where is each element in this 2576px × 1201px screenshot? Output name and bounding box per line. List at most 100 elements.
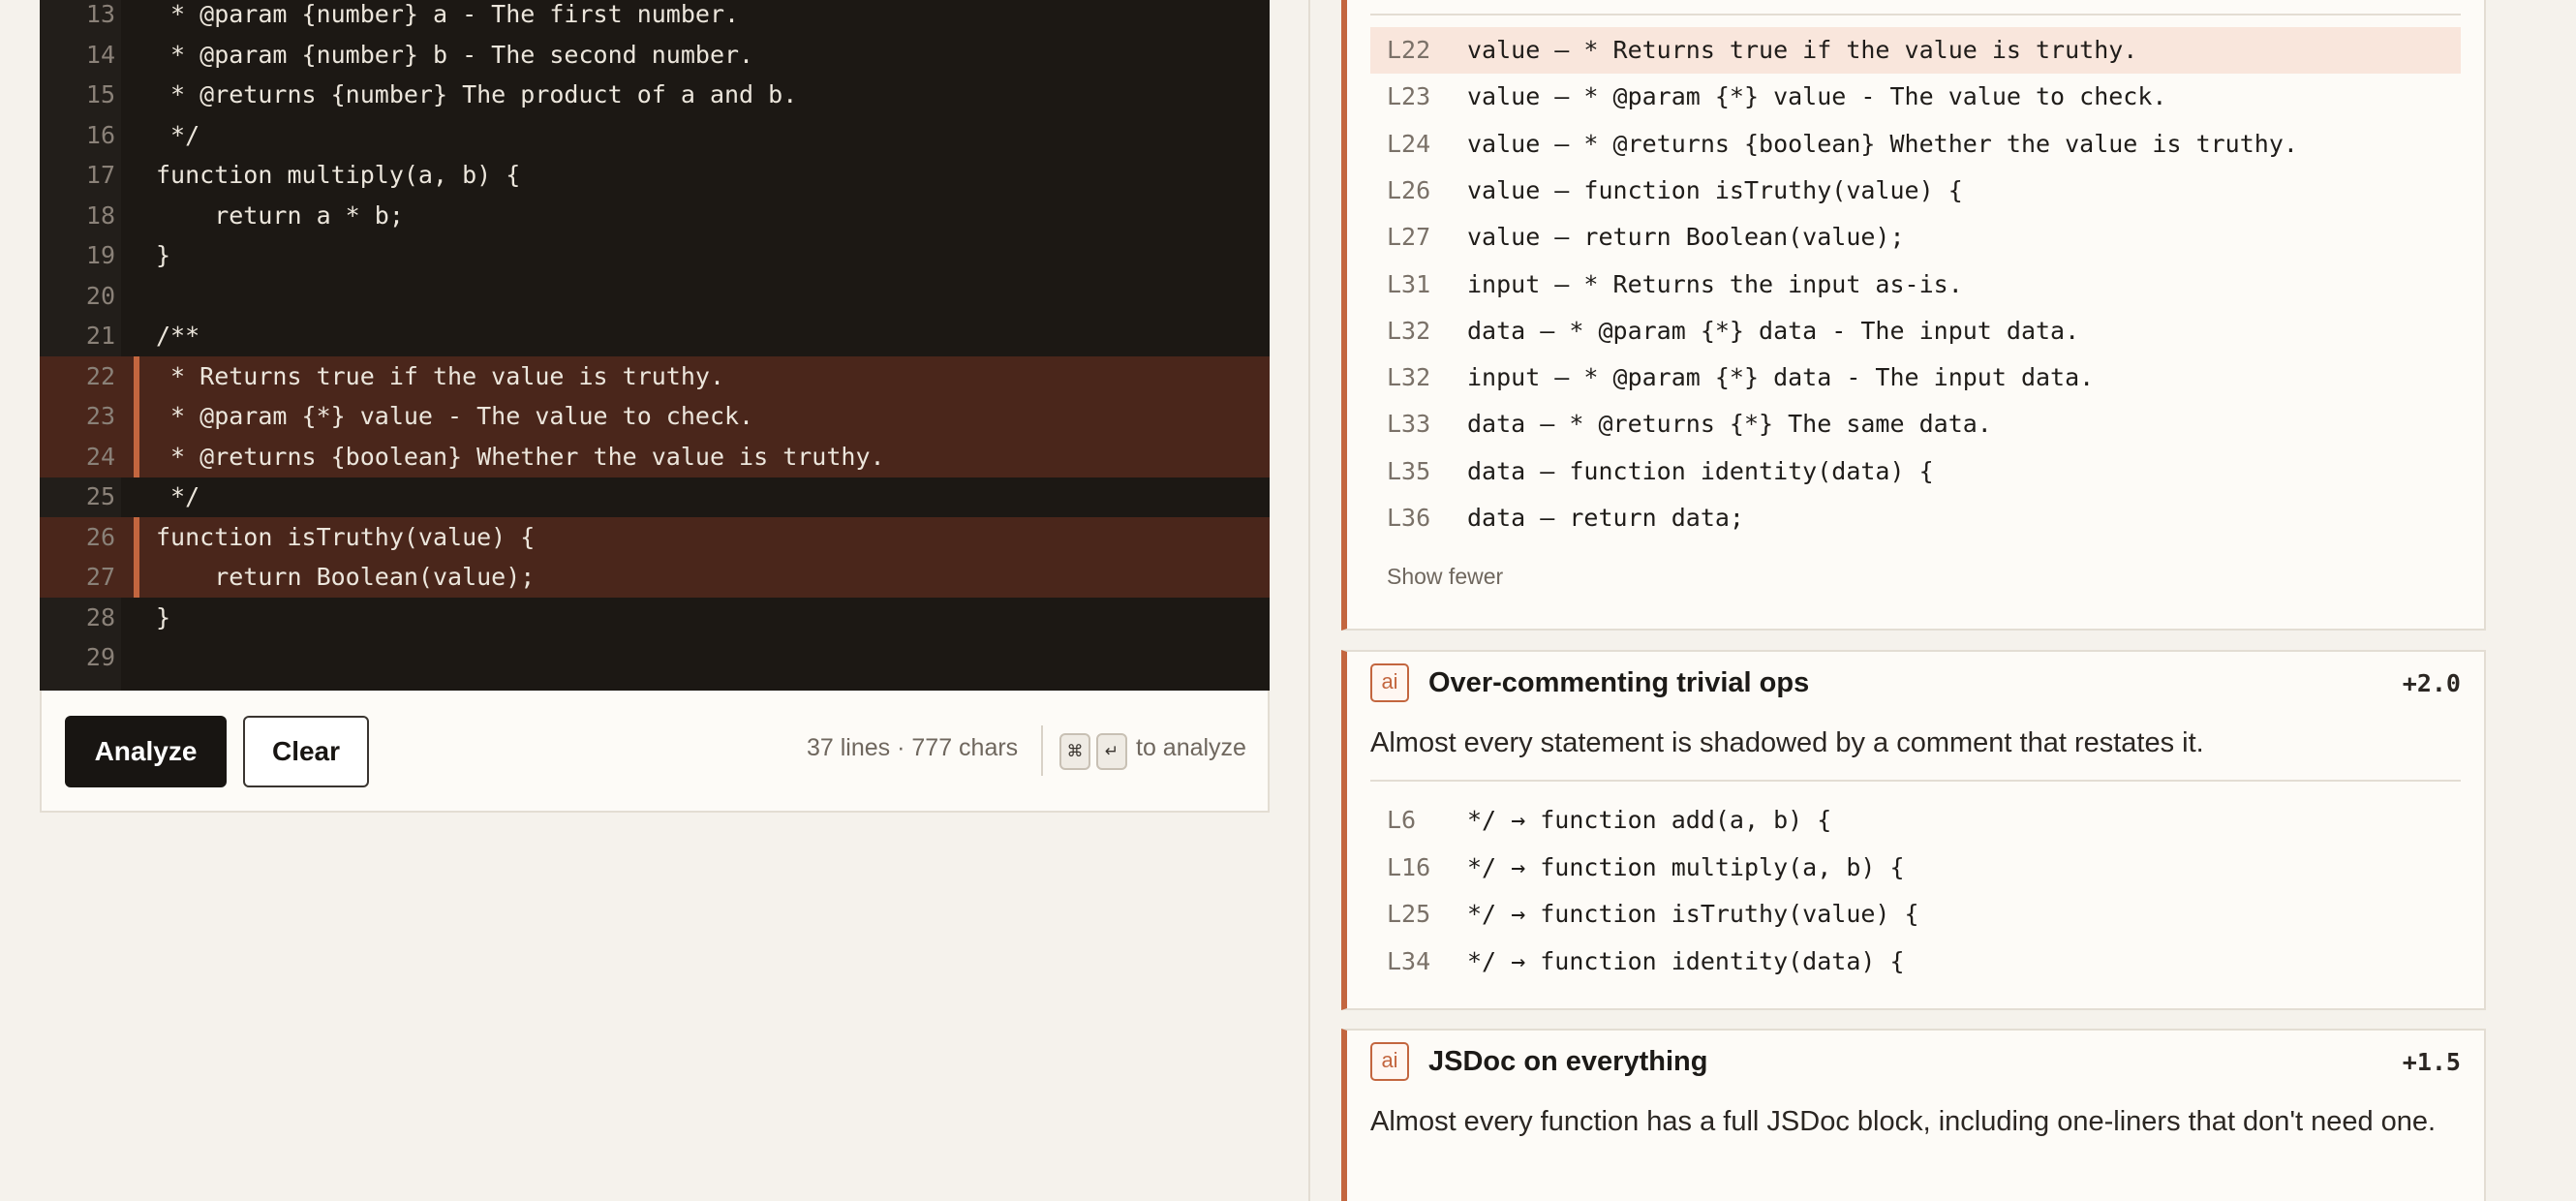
line-number: 14 <box>85 40 115 69</box>
line-number: 19 <box>85 241 115 269</box>
code-line: 17 function multiply(a, b) { <box>40 155 1270 196</box>
code-text: /** <box>156 322 200 350</box>
code-line: 26 function isTruthy(value) { <box>40 516 1270 558</box>
finding-description: Almost every statement is shadowed by a … <box>1370 727 2204 758</box>
finding-row[interactable]: L35 data — function identity(data) { <box>1370 448 2461 495</box>
finding-line-ref: L32 <box>1387 316 1431 345</box>
editor-toolbar: Analyze Clear 37 lines · 777 chars ⌘ ↵ t… <box>40 691 1270 813</box>
code-text: * @param {*} value - The value to check. <box>156 402 754 430</box>
finding-line-ref: L16 <box>1387 852 1431 881</box>
enter-key-icon: ↵ <box>1096 733 1127 770</box>
code-text: } <box>156 602 171 631</box>
finding-line-ref: L24 <box>1387 129 1431 158</box>
finding-row[interactable]: L32 input — * @param {*} data - The input… <box>1370 354 2461 401</box>
code-line: 22 * Returns true if the value is truthy… <box>40 355 1270 397</box>
code-line: 24 * @returns {boolean} Whether the valu… <box>40 436 1270 477</box>
command-key-icon: ⌘ <box>1059 733 1090 770</box>
finding-line-ref: L22 <box>1387 36 1431 64</box>
finding-snippet: value — * @param {*} value - The value t… <box>1467 82 2167 111</box>
finding-snippet: value — return Boolean(value); <box>1467 223 1905 252</box>
code-line: 21 /** <box>40 316 1270 356</box>
analyze-button[interactable]: Analyze <box>65 716 227 787</box>
finding-line-ref: L35 <box>1387 456 1431 485</box>
finding-title: Over-commenting trivial ops <box>1428 667 1810 698</box>
code-line: 16 */ <box>40 115 1270 156</box>
finding-line-ref: L6 <box>1387 806 1417 834</box>
code-line: 27 return Boolean(value); <box>40 557 1270 598</box>
finding-row[interactable]: L36 data — return data; <box>1370 495 2461 541</box>
card-divider <box>1370 780 2461 782</box>
finding-snippet: input — * @param {*} data - The input da… <box>1467 363 2095 392</box>
ai-badge: ai <box>1370 663 1409 702</box>
finding-card: L22 value — * Returns true if the value i… <box>1341 0 2486 631</box>
code-text: * @param {number} b - The second number. <box>156 40 754 69</box>
clear-button[interactable]: Clear <box>243 716 369 787</box>
line-number: 16 <box>85 120 115 149</box>
code-text: * @param {number} a - The first number. <box>156 0 740 28</box>
line-number: 26 <box>85 522 115 551</box>
finding-row[interactable]: L25 */ → function isTruthy(value) { <box>1370 891 2461 938</box>
finding-snippet: input — * Returns the input as-is. <box>1467 269 1963 298</box>
line-number: 18 <box>85 200 115 230</box>
finding-snippet: */ → function identity(data) { <box>1467 946 1905 975</box>
finding-snippet: data — * @param {*} data - The input dat… <box>1467 316 2080 345</box>
code-line: 25 */ <box>40 477 1270 517</box>
code-line: 20 <box>40 276 1270 317</box>
code-text: function isTruthy(value) { <box>156 522 536 551</box>
finding-row[interactable]: L6 */ → function add(a, b) { <box>1370 797 2461 844</box>
code-text: return a * b; <box>156 200 404 230</box>
line-number: 17 <box>85 161 115 189</box>
finding-line-ref: L32 <box>1387 363 1431 392</box>
line-number: 28 <box>85 602 115 631</box>
finding-line-ref: L23 <box>1387 82 1431 111</box>
finding-row[interactable]: L16 */ → function multiply(a, b) { <box>1370 845 2461 891</box>
code-text: * @returns {boolean} Whether the value i… <box>156 442 885 471</box>
line-number: 23 <box>85 402 115 430</box>
code-line: 14 * @param {number} b - The second numb… <box>40 35 1270 76</box>
shortcut-hint: to analyze <box>1136 734 1246 761</box>
card-divider <box>1370 14 2461 15</box>
code-text: */ <box>156 482 200 510</box>
code-text: return Boolean(value); <box>156 563 536 591</box>
code-text: * @returns {number} The product of a and… <box>156 80 798 108</box>
line-number: 29 <box>85 643 115 671</box>
finding-snippet: value — * Returns true if the value is t… <box>1467 36 2138 64</box>
finding-snippet: */ → function multiply(a, b) { <box>1467 852 1905 881</box>
code-line: 18 return a * b; <box>40 196 1270 236</box>
finding-row[interactable]: L33 data — * @returns {*} The same data. <box>1370 401 2461 447</box>
code-line: 28} <box>40 598 1270 638</box>
finding-snippet: data — function identity(data) { <box>1467 456 1934 485</box>
finding-line-ref: L33 <box>1387 410 1431 439</box>
finding-row[interactable]: L24 value — * @returns {boolean} Whether … <box>1370 121 2461 168</box>
finding-row[interactable]: L26 value — function isTruthy(value) { <box>1370 168 2461 214</box>
finding-row[interactable]: L22 value — * Returns true if the value i… <box>1370 27 2461 74</box>
finding-row[interactable]: L31 input — * Returns the input as-is. <box>1370 262 2461 308</box>
code-text: function multiply(a, b) { <box>156 161 521 189</box>
finding-card: ai JSDoc on everything +1.5 Almost every… <box>1341 1029 2486 1201</box>
code-text: } <box>156 241 171 269</box>
finding-row[interactable]: L32 data — * @param {*} data - The input … <box>1370 308 2461 354</box>
finding-snippet: data — return data; <box>1467 504 1744 532</box>
finding-snippet: value — function isTruthy(value) { <box>1467 175 1963 204</box>
finding-title: JSDoc on everything <box>1428 1046 1708 1077</box>
finding-line-ref: L31 <box>1387 269 1431 298</box>
finding-description: Almost every function has a full JSDoc b… <box>1370 1106 2437 1137</box>
finding-snippet: data — * @returns {*} The same data. <box>1467 410 1992 439</box>
finding-line-ref: L25 <box>1387 900 1431 928</box>
finding-score: +1.5 <box>2402 1048 2461 1076</box>
code-editor[interactable]: 13 * @param {number} a - The first numbe… <box>40 0 1270 691</box>
panel-divider <box>1308 0 1310 1201</box>
line-number: 20 <box>85 281 115 310</box>
code-line: 29 <box>40 637 1270 678</box>
editor-stats: 37 lines · 777 chars <box>807 734 1019 761</box>
line-number: 27 <box>85 563 115 591</box>
line-number: 25 <box>85 482 115 510</box>
line-number: 21 <box>85 322 115 350</box>
line-number: 24 <box>85 442 115 471</box>
finding-row[interactable]: L34 */ → function identity(data) { <box>1370 939 2461 985</box>
ai-badge: ai <box>1370 1042 1409 1081</box>
show-fewer-button[interactable]: Show fewer <box>1387 564 1503 590</box>
finding-row[interactable]: L23 value — * @param {*} value - The valu… <box>1370 74 2461 120</box>
finding-row[interactable]: L27 value — return Boolean(value); <box>1370 214 2461 261</box>
finding-line-ref: L26 <box>1387 175 1431 204</box>
